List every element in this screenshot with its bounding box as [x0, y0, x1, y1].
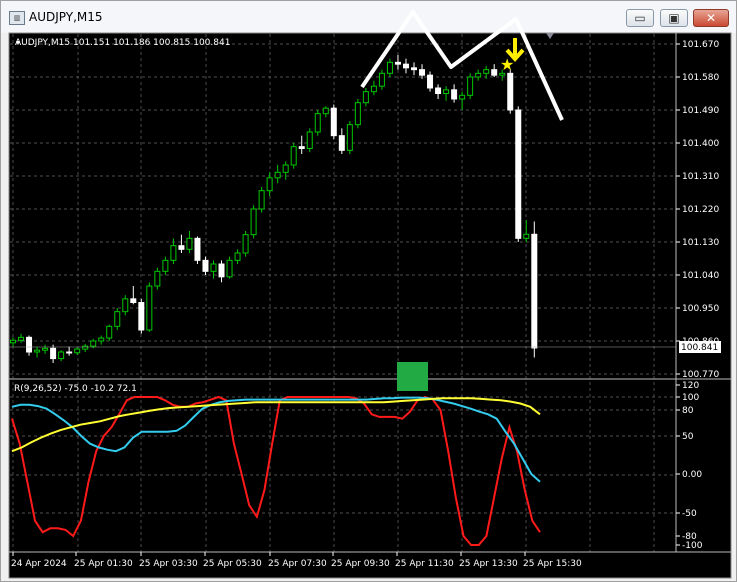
- candle-body: [114, 311, 121, 327]
- candle-body: [378, 72, 385, 87]
- candle-body: [26, 336, 33, 353]
- candle-body: [98, 337, 105, 342]
- candle-body: [34, 349, 41, 353]
- candle-body: [507, 72, 514, 111]
- time-tick-label: 25 Apr 15:30: [523, 559, 582, 569]
- candle-body: [346, 124, 353, 151]
- time-tick-label: 24 Apr 2024: [11, 559, 67, 569]
- star-icon: ★: [500, 55, 514, 74]
- candle-body: [218, 263, 225, 278]
- price-tick-label: 101.490: [682, 106, 719, 116]
- candle-body: [282, 164, 289, 173]
- candle-body: [154, 270, 161, 287]
- candle-body: [523, 233, 530, 239]
- candle-body: [443, 89, 450, 95]
- candle-body: [354, 102, 361, 126]
- chart-background: [9, 33, 731, 578]
- candle-body: [411, 67, 417, 71]
- candle-body: [394, 61, 401, 65]
- candle-body: [266, 177, 273, 192]
- candle-body: [515, 109, 522, 239]
- candle-body: [74, 348, 81, 354]
- candle-body: [435, 87, 442, 94]
- indicator-level-label: 0.00: [682, 470, 702, 480]
- price-tick-label: 101.310: [682, 172, 719, 182]
- indicator-level-label: 120: [682, 381, 699, 391]
- time-tick-label: 25 Apr 05:30: [203, 559, 262, 569]
- candle-body: [467, 76, 474, 96]
- candle-body: [290, 146, 297, 166]
- price-tick-label: 101.400: [682, 139, 719, 149]
- candle-body: [210, 263, 217, 272]
- candle-body: [531, 233, 538, 349]
- candle-body: [186, 237, 193, 250]
- signal-marker: [397, 362, 428, 391]
- time-tick-label: 25 Apr 13:30: [459, 559, 518, 569]
- chart-header: AUDJPY,M15 101.151 101.186 100.815 100.8…: [15, 38, 230, 48]
- indicator-level-label: 80: [682, 406, 694, 416]
- time-tick-label: 25 Apr 07:30: [268, 559, 327, 569]
- candle-body: [427, 74, 434, 89]
- candle-body: [42, 347, 49, 351]
- price-tick-label: 101.220: [682, 205, 719, 215]
- time-tick-label: 25 Apr 03:30: [139, 559, 198, 569]
- candle-body: [314, 113, 321, 133]
- candle-body: [162, 259, 169, 272]
- candle-body: [50, 347, 57, 360]
- indicator-label: R(9,26,52) -75.0 -10.2 72.1: [14, 384, 137, 394]
- indicator-level-label: -50: [682, 509, 697, 519]
- candle-body: [138, 302, 145, 331]
- candle-body: [170, 245, 177, 261]
- candle-body: [122, 298, 129, 313]
- time-tick-label: 25 Apr 09:30: [331, 559, 390, 569]
- candle-body: [322, 107, 329, 115]
- price-tick-label: 100.950: [682, 304, 719, 314]
- price-tick-label: 100.770: [682, 370, 719, 380]
- candle-body: [202, 259, 209, 272]
- candle-body: [18, 336, 25, 341]
- candle-body: [451, 89, 458, 100]
- indicator-level-label: 50: [682, 432, 694, 442]
- candle-body: [459, 94, 466, 100]
- candle-body: [386, 61, 393, 74]
- candle-body: [58, 351, 65, 360]
- candle-body: [66, 351, 73, 354]
- indicator-level-label: 100: [682, 393, 699, 403]
- candle-body: [234, 252, 241, 261]
- time-tick-label: 25 Apr 11:30: [395, 559, 454, 569]
- candle-body: [242, 234, 249, 254]
- candle-body: [298, 146, 305, 150]
- candle-body: [362, 91, 369, 104]
- candle-body: [338, 135, 345, 151]
- candle-body: [370, 85, 377, 93]
- candle-body: [130, 298, 137, 304]
- price-tick-label: 101.130: [682, 238, 719, 248]
- price-tick-label: 101.670: [682, 40, 719, 50]
- price-tick-label: 101.040: [682, 271, 719, 281]
- candle-body: [330, 107, 337, 137]
- candle-body: [306, 131, 313, 149]
- candle-body: [483, 69, 490, 74]
- candle-body: [491, 69, 498, 76]
- candle-body: [90, 340, 97, 347]
- candle-body: [258, 190, 265, 210]
- candle-body: [475, 72, 482, 78]
- candle-body: [419, 69, 426, 76]
- indicator-level-label: -100: [682, 541, 703, 551]
- candle-body: [146, 285, 153, 331]
- candle-body: [250, 208, 257, 236]
- current-price: 100.841: [681, 343, 718, 353]
- candle-body: [82, 345, 89, 350]
- time-tick-label: 25 Apr 01:30: [74, 559, 133, 569]
- candle-body: [194, 237, 201, 261]
- price-chart[interactable]: AUDJPY,M15 101.151 101.186 100.815 100.8…: [0, 0, 737, 582]
- candle-body: [10, 339, 16, 344]
- candle-body: [402, 63, 409, 69]
- price-tick-label: 101.580: [682, 73, 719, 83]
- candle-body: [106, 325, 113, 339]
- candle-body: [274, 171, 281, 179]
- candle-body: [178, 245, 185, 250]
- candle-body: [226, 259, 233, 278]
